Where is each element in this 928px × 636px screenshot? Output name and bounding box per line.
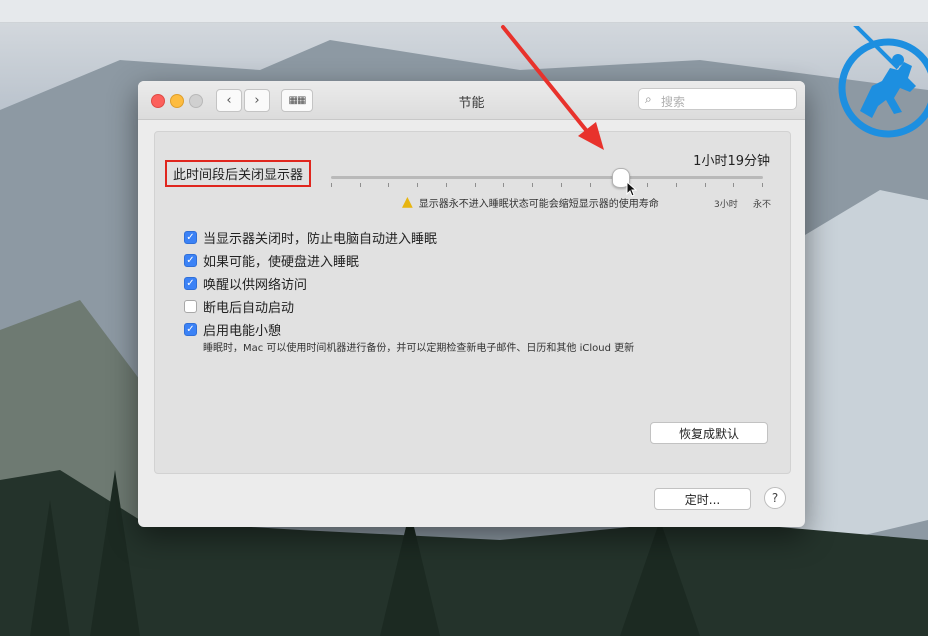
slider-tick — [503, 183, 504, 187]
option-label: 如果可能，使硬盘进入睡眠 — [203, 255, 360, 270]
checkbox-auto-restart[interactable]: ✓ — [184, 300, 197, 313]
slider-tick — [446, 183, 447, 187]
option-label: 当显示器关闭时，防止电脑自动进入睡眠 — [203, 232, 438, 247]
slider-tick — [590, 183, 591, 187]
search-input[interactable]: ⌕ 搜索 — [638, 88, 797, 110]
option-label: 唤醒以供网络访问 — [203, 278, 308, 293]
slider-tick — [532, 183, 533, 187]
option-auto-restart[interactable]: ✓ 断电后自动启动 — [184, 297, 294, 316]
warning-text: 显示器永不进入睡眠状态可能会缩短显示器的使用寿命 — [418, 198, 659, 210]
display-warning: ▲ 显示器永不进入睡眠状态可能会缩短显示器的使用寿命 — [402, 194, 659, 210]
schedule-button[interactable]: 定时... — [654, 488, 751, 510]
display-sleep-label: 此时间段后关闭显示器 — [165, 160, 312, 187]
checkbox-prevent-sleep[interactable]: ✓ — [184, 231, 197, 244]
slider-tick — [705, 183, 706, 187]
energy-saver-window: ‹ › ▦▦ 节能 ⌕ 搜索 此时间段后关闭显示器 1小时19分钟 ▲ 显示器永… — [138, 81, 805, 527]
option-prevent-sleep[interactable]: ✓ 当显示器关闭时，防止电脑自动进入睡眠 — [184, 228, 437, 247]
menu-bar — [0, 0, 928, 23]
display-sleep-slider[interactable] — [331, 176, 763, 179]
mouse-cursor-icon — [626, 181, 638, 197]
option-wake-network[interactable]: ✓ 唤醒以供网络访问 — [184, 274, 307, 293]
option-disk-sleep[interactable]: ✓ 如果可能，使硬盘进入睡眠 — [184, 251, 359, 270]
slider-tick — [561, 183, 562, 187]
slider-tick — [360, 183, 361, 187]
slider-tick — [331, 183, 332, 187]
display-sleep-value: 1小时19分钟 — [693, 154, 770, 169]
slider-tick — [676, 183, 677, 187]
slider-tick — [647, 183, 648, 187]
slider-tick — [475, 183, 476, 187]
help-icon[interactable]: ? — [764, 487, 786, 509]
checkbox-wake-network[interactable]: ✓ — [184, 277, 197, 290]
option-power-nap[interactable]: ✓ 启用电能小憩 — [184, 320, 281, 339]
slider-tick — [733, 183, 734, 187]
search-icon: ⌕ — [645, 92, 652, 106]
checkbox-disk-sleep[interactable]: ✓ — [184, 254, 197, 267]
search-placeholder: 搜索 — [661, 95, 686, 109]
slider-tick — [762, 183, 763, 187]
tick-label-never: 永不 — [753, 200, 772, 210]
checkbox-power-nap[interactable]: ✓ — [184, 323, 197, 336]
settings-panel: 此时间段后关闭显示器 1小时19分钟 ▲ 显示器永不进入睡眠状态可能会缩短显示器… — [154, 131, 791, 474]
option-label: 启用电能小憩 — [203, 324, 282, 339]
option-label: 断电后自动启动 — [203, 301, 295, 316]
slider-tick — [417, 183, 418, 187]
knight-logo — [838, 26, 928, 138]
warning-icon: ▲ — [402, 194, 413, 210]
power-nap-description: 睡眠时，Mac 可以使用时间机器进行备份，并可以定期检查新电子邮件、日历和其他 … — [203, 343, 635, 354]
slider-tick — [388, 183, 389, 187]
tick-label-3h: 3小时 — [714, 200, 738, 210]
slider-ticks — [331, 183, 763, 187]
restore-defaults-button[interactable]: 恢复成默认 — [650, 422, 768, 444]
title-bar: ‹ › ▦▦ 节能 ⌕ 搜索 — [138, 81, 805, 120]
